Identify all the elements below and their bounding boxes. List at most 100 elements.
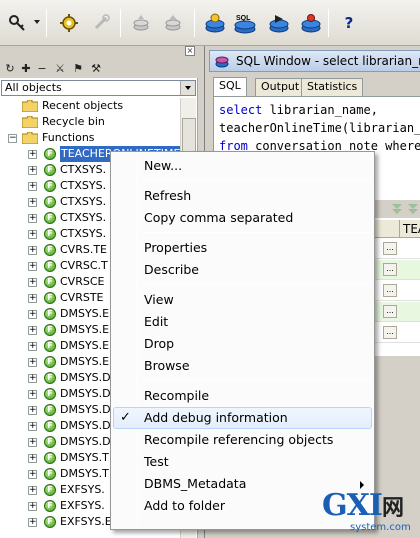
- menu-item-refresh[interactable]: Refresh: [113, 185, 372, 207]
- chevron-down-icon[interactable]: [180, 81, 195, 95]
- expand-icon[interactable]: +: [28, 358, 37, 367]
- function-icon: F: [44, 148, 56, 160]
- expand-icon[interactable]: +: [28, 214, 37, 223]
- object-filter-select[interactable]: All objects: [1, 80, 196, 96]
- refresh-icon[interactable]: ↻: [2, 60, 18, 76]
- expand-icon[interactable]: +: [28, 326, 37, 335]
- remove-icon[interactable]: −: [34, 60, 50, 76]
- menu-item-new[interactable]: New...: [113, 155, 372, 177]
- watermark-logo: GXI网 system.com: [322, 490, 418, 536]
- sql-window-titlebar[interactable]: SQL Window - select librarian_name, teac…: [209, 50, 420, 72]
- toolbar-separator: [194, 9, 195, 37]
- tree-item-label: DMSYS.T: [60, 467, 109, 480]
- expand-icon[interactable]: +: [28, 310, 37, 319]
- close-icon[interactable]: ×: [185, 46, 195, 56]
- find-icon[interactable]: ⚔: [52, 60, 68, 76]
- function-icon: F: [44, 468, 56, 480]
- tree-folder-label: Functions: [42, 131, 95, 144]
- cell-ellipsis-button[interactable]: ...: [383, 305, 397, 318]
- expand-icon[interactable]: +: [28, 470, 37, 479]
- database-edit-icon[interactable]: [298, 10, 324, 36]
- fetch-next-icon[interactable]: [391, 203, 403, 215]
- filter-icon[interactable]: ⚑: [70, 60, 86, 76]
- expand-icon[interactable]: +: [28, 486, 37, 495]
- toolbar-separator: [120, 9, 121, 37]
- cell-ellipsis-button[interactable]: ...: [383, 263, 397, 276]
- function-icon: F: [44, 484, 56, 496]
- object-browser-header: ×: [0, 46, 198, 58]
- expand-icon[interactable]: +: [28, 182, 37, 191]
- tree-folder[interactable]: +Recent objects: [0, 98, 180, 114]
- menu-item-label: Edit: [144, 314, 169, 329]
- expand-icon[interactable]: +: [28, 422, 37, 431]
- add-icon[interactable]: ✚: [18, 60, 34, 76]
- tab-statistics[interactable]: Statistics: [301, 78, 364, 96]
- tree-item-label: DMSYS.E: [60, 339, 110, 352]
- menu-separator: [142, 180, 372, 181]
- sql-window-icon: [215, 56, 229, 68]
- menu-item-label: Drop: [144, 336, 175, 351]
- fetch-last-icon[interactable]: [407, 203, 419, 215]
- code-line: teacherOnlineTime(librarian_name): [219, 121, 420, 135]
- menu-item-edit[interactable]: Edit: [113, 311, 372, 333]
- cell-ellipsis-button[interactable]: ...: [383, 284, 397, 297]
- check-icon: ✓: [120, 410, 131, 425]
- menu-item-recompile-referencing-objects[interactable]: Recompile referencing objects: [113, 429, 372, 451]
- expand-icon[interactable]: +: [28, 230, 37, 239]
- menu-item-view[interactable]: View: [113, 289, 372, 311]
- expand-icon[interactable]: +: [28, 438, 37, 447]
- expand-icon[interactable]: +: [28, 454, 37, 463]
- expand-icon[interactable]: +: [28, 342, 37, 351]
- menu-item-label: View: [144, 292, 174, 307]
- menu-item-recompile[interactable]: Recompile: [113, 385, 372, 407]
- cell-ellipsis-button[interactable]: ...: [383, 326, 397, 339]
- menu-item-describe[interactable]: Describe: [113, 259, 372, 281]
- wrench-icon[interactable]: [88, 10, 114, 36]
- menu-item-browse[interactable]: Browse: [113, 355, 372, 377]
- tree-item-label: EXFSYS.: [60, 483, 105, 496]
- expand-icon[interactable]: +: [28, 246, 37, 255]
- expand-icon[interactable]: +: [28, 294, 37, 303]
- menu-item-properties[interactable]: Properties: [113, 237, 372, 259]
- grid-column-header[interactable]: TEA: [399, 220, 420, 238]
- expand-icon[interactable]: +: [28, 374, 37, 383]
- menu-item-label: Test: [144, 454, 169, 469]
- expand-icon[interactable]: +: [28, 502, 37, 511]
- menu-item-add-debug-information[interactable]: ✓ Add debug information: [113, 407, 372, 429]
- expand-icon[interactable]: +: [28, 166, 37, 175]
- database-run-icon[interactable]: [266, 10, 292, 36]
- menu-item-label: Properties: [144, 240, 208, 255]
- expand-icon[interactable]: +: [28, 198, 37, 207]
- gear-run-icon[interactable]: [56, 10, 82, 36]
- tree-folder[interactable]: +Recycle bin: [0, 114, 180, 130]
- tab-output[interactable]: Output: [255, 78, 306, 96]
- expand-icon[interactable]: +: [28, 518, 37, 527]
- stack-icon[interactable]: [128, 10, 154, 36]
- collapse-icon[interactable]: −: [8, 134, 17, 143]
- tools-icon[interactable]: ⚒: [88, 60, 104, 76]
- code-line: select librarian_name,: [219, 103, 378, 117]
- key-icon[interactable]: [4, 10, 30, 36]
- stack-up-icon[interactable]: [160, 10, 186, 36]
- expand-icon[interactable]: +: [28, 150, 37, 159]
- function-icon: F: [44, 212, 56, 224]
- function-icon: F: [44, 324, 56, 336]
- cell-ellipsis-button[interactable]: ...: [383, 242, 397, 255]
- expand-icon[interactable]: +: [28, 278, 37, 287]
- function-icon: F: [44, 260, 56, 272]
- tab-sql[interactable]: SQL: [213, 77, 247, 96]
- tree-folder[interactable]: − Functions: [0, 130, 180, 146]
- expand-icon[interactable]: +: [28, 262, 37, 271]
- function-icon: F: [44, 228, 56, 240]
- function-icon: F: [44, 308, 56, 320]
- expand-icon[interactable]: +: [28, 390, 37, 399]
- database-icon[interactable]: [202, 10, 228, 36]
- function-icon: F: [44, 420, 56, 432]
- menu-item-test[interactable]: Test: [113, 451, 372, 473]
- menu-item-copy-comma-separated[interactable]: Copy comma separated: [113, 207, 372, 229]
- chevron-down-icon[interactable]: [34, 20, 40, 24]
- expand-icon[interactable]: +: [28, 406, 37, 415]
- sql-database-icon[interactable]: SQL: [232, 10, 258, 36]
- help-icon[interactable]: ?: [336, 10, 362, 36]
- menu-item-drop[interactable]: Drop: [113, 333, 372, 355]
